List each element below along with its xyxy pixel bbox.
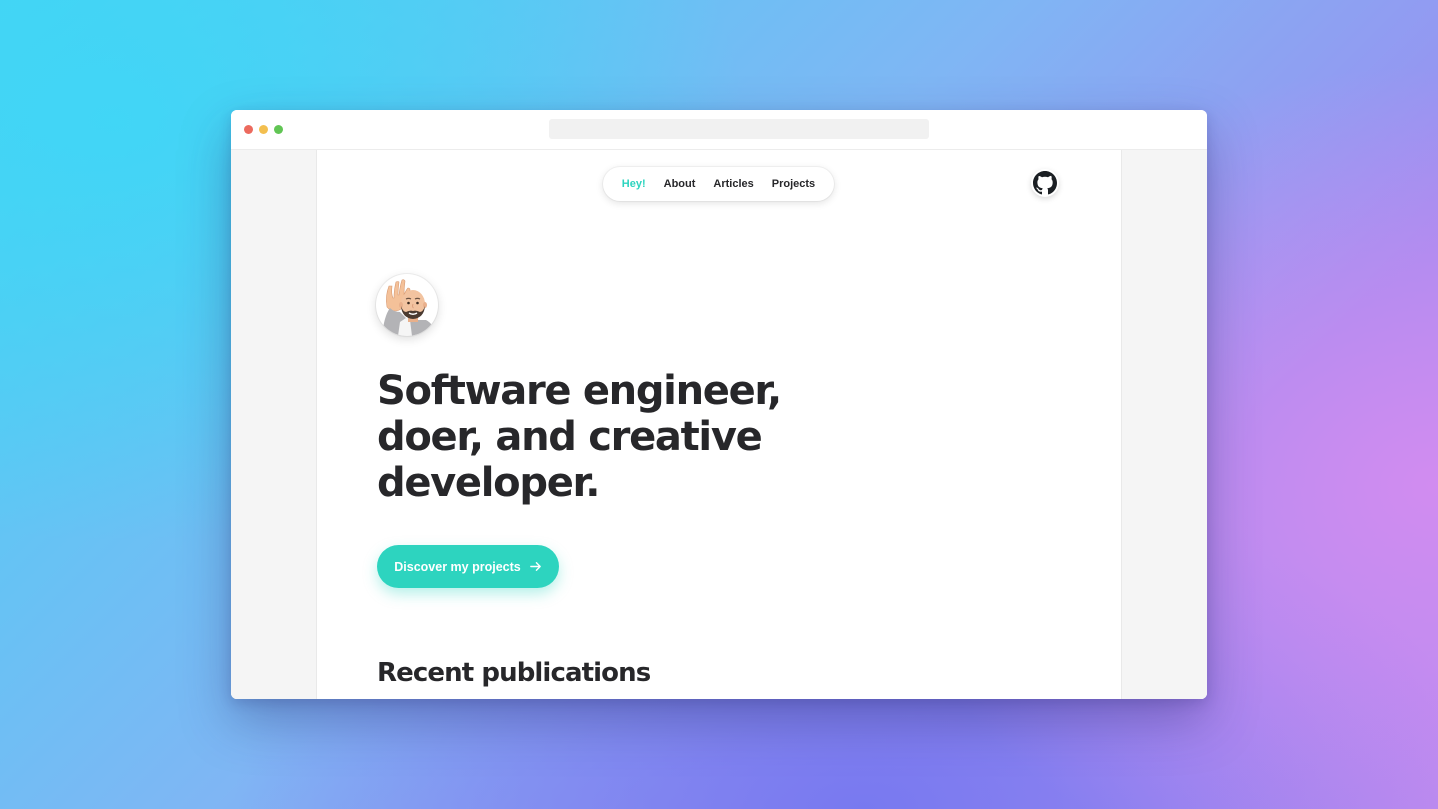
main-nav: Hey! About Articles Projects	[603, 167, 834, 201]
hero-headline-line-3: developer.	[377, 460, 599, 506]
address-bar[interactable]	[549, 119, 929, 139]
avatar	[376, 274, 438, 336]
memoji-avatar-icon	[376, 274, 438, 336]
maximize-window-button[interactable]	[274, 125, 283, 134]
hero-headline: Software engineer, doer, and creative de…	[377, 368, 897, 506]
nav-item-articles[interactable]: Articles	[704, 178, 762, 190]
github-icon	[1033, 171, 1057, 195]
nav-item-about[interactable]: About	[655, 178, 705, 190]
minimize-window-button[interactable]	[259, 125, 268, 134]
nav-item-projects[interactable]: Projects	[763, 178, 824, 190]
page-gutter-right	[1121, 150, 1207, 699]
nav-item-hey[interactable]: Hey!	[613, 178, 655, 190]
browser-window: Hey! About Articles Projects	[231, 110, 1207, 699]
arrow-right-icon	[529, 560, 542, 573]
github-link[interactable]	[1031, 169, 1059, 197]
discover-projects-label: Discover my projects	[394, 560, 520, 574]
recent-publications-heading: Recent publications	[377, 658, 650, 688]
browser-titlebar	[231, 110, 1207, 150]
close-window-button[interactable]	[244, 125, 253, 134]
discover-projects-button[interactable]: Discover my projects	[377, 545, 559, 588]
page-gutter-left	[231, 150, 317, 699]
hero-headline-line-2: doer, and creative	[377, 414, 761, 460]
page-viewport: Hey! About Articles Projects	[231, 150, 1207, 699]
hero-headline-line-1: Software engineer,	[377, 368, 781, 414]
page-content: Hey! About Articles Projects	[317, 150, 1121, 699]
